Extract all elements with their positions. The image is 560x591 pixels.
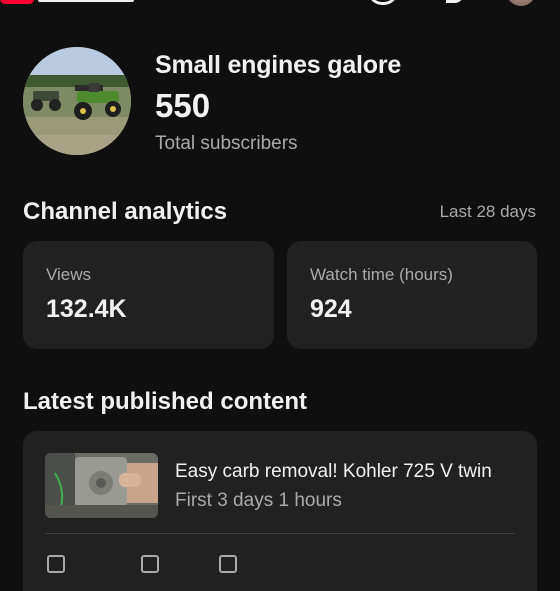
- account-avatar[interactable]: [506, 0, 536, 6]
- video-performance-meta: First 3 days 1 hours: [175, 490, 342, 511]
- comments-stat-icon: [219, 555, 237, 573]
- channel-avatar[interactable]: [23, 47, 131, 155]
- views-label: Views: [46, 265, 92, 284]
- video-title[interactable]: Easy carb removal! Kohler 725 V twin: [175, 461, 492, 483]
- watch-time-label: Watch time (hours): [310, 265, 453, 284]
- views-value: 132.4K: [46, 295, 127, 323]
- analytics-title: Channel analytics: [23, 198, 228, 225]
- likes-stat-icon: [141, 555, 159, 573]
- youtube-logo-icon[interactable]: [0, 0, 34, 4]
- latest-content-title: Latest published content: [23, 388, 308, 415]
- latest-video-card[interactable]: Easy carb removal! Kohler 725 V twin Fir…: [23, 431, 537, 591]
- video-thumbnail[interactable]: [45, 453, 158, 518]
- studio-wordmark: [38, 0, 134, 2]
- search-icon[interactable]: [368, 0, 398, 5]
- views-card[interactable]: Views 132.4K: [23, 241, 274, 349]
- tractors-photo: [23, 47, 131, 155]
- views-stat-icon: [47, 555, 65, 573]
- engine-thumbnail-image: [45, 453, 158, 518]
- analytics-range[interactable]: Last 28 days: [440, 202, 536, 222]
- subscriber-label: Total subscribers: [155, 133, 298, 154]
- channel-name: Small engines galore: [155, 51, 402, 79]
- watch-time-value: 924: [310, 295, 352, 323]
- top-app-bar: [0, 0, 560, 10]
- subscriber-count: 550: [155, 87, 211, 124]
- card-divider: [45, 533, 515, 534]
- watch-time-card[interactable]: Watch time (hours) 924: [287, 241, 537, 349]
- notifications-icon[interactable]: [446, 0, 463, 3]
